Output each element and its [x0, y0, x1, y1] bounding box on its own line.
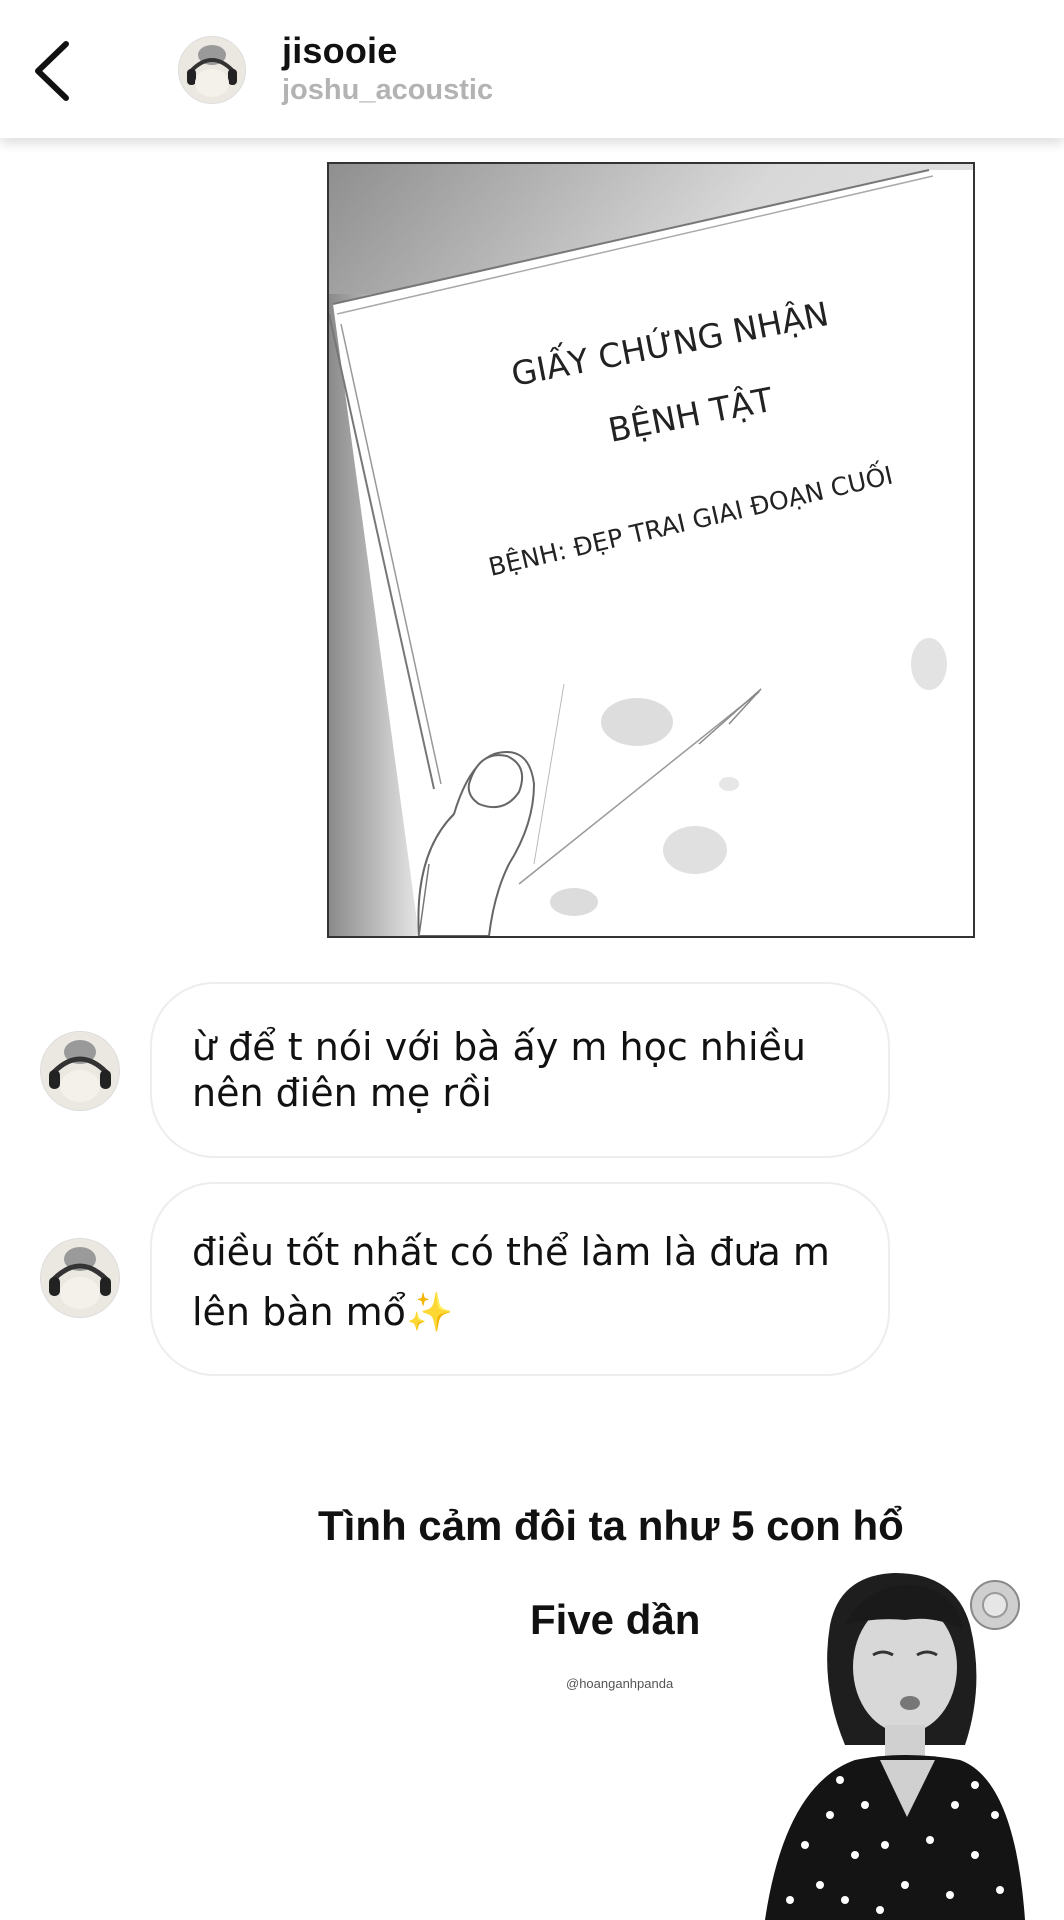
meme-credit: @hoanganhpanda — [566, 1676, 674, 1691]
header-name[interactable]: jisooie — [282, 30, 397, 72]
sparkles-icon: ✨ — [405, 1290, 454, 1334]
meme-caption-line1: Tình cảm đôi ta như 5 con hổ — [318, 1502, 904, 1549]
avatar[interactable] — [178, 36, 246, 104]
chat-screen: jisooie joshu_acoustic GIẤY CHỨNG NHẬN B… — [0, 0, 1064, 1920]
chat-header: jisooie joshu_acoustic — [0, 0, 1064, 138]
header-username[interactable]: joshu_acoustic — [282, 74, 493, 107]
message-bubble[interactable]: ừ để t nói với bà ấy m học nhiều nên điê… — [150, 982, 890, 1158]
avatar[interactable] — [40, 1238, 120, 1318]
chevron-left-icon — [35, 41, 69, 101]
message-text-line: lên bàn mổ✨ — [192, 1282, 848, 1342]
message-text-line: ừ để t nói với bà ấy m học nhiều — [192, 1025, 806, 1069]
avatar[interactable] — [40, 1031, 120, 1111]
message-text-line: điều tốt nhất có thể làm là đưa m — [192, 1230, 830, 1274]
message-text-line: nên điên mẹ rồi — [192, 1071, 492, 1115]
message-bubble[interactable]: điều tốt nhất có thể làm là đưa m lên bà… — [150, 1182, 890, 1376]
meme-photo[interactable] — [745, 1555, 1025, 1920]
image-message[interactable]: GIẤY CHỨNG NHẬN BỆNH TẬT BỆNH: ĐẸP TRAI … — [327, 162, 975, 938]
message-text: lên bàn mổ — [192, 1290, 406, 1334]
meme-caption-line2: Five dần — [530, 1596, 701, 1643]
back-button[interactable] — [28, 36, 88, 106]
